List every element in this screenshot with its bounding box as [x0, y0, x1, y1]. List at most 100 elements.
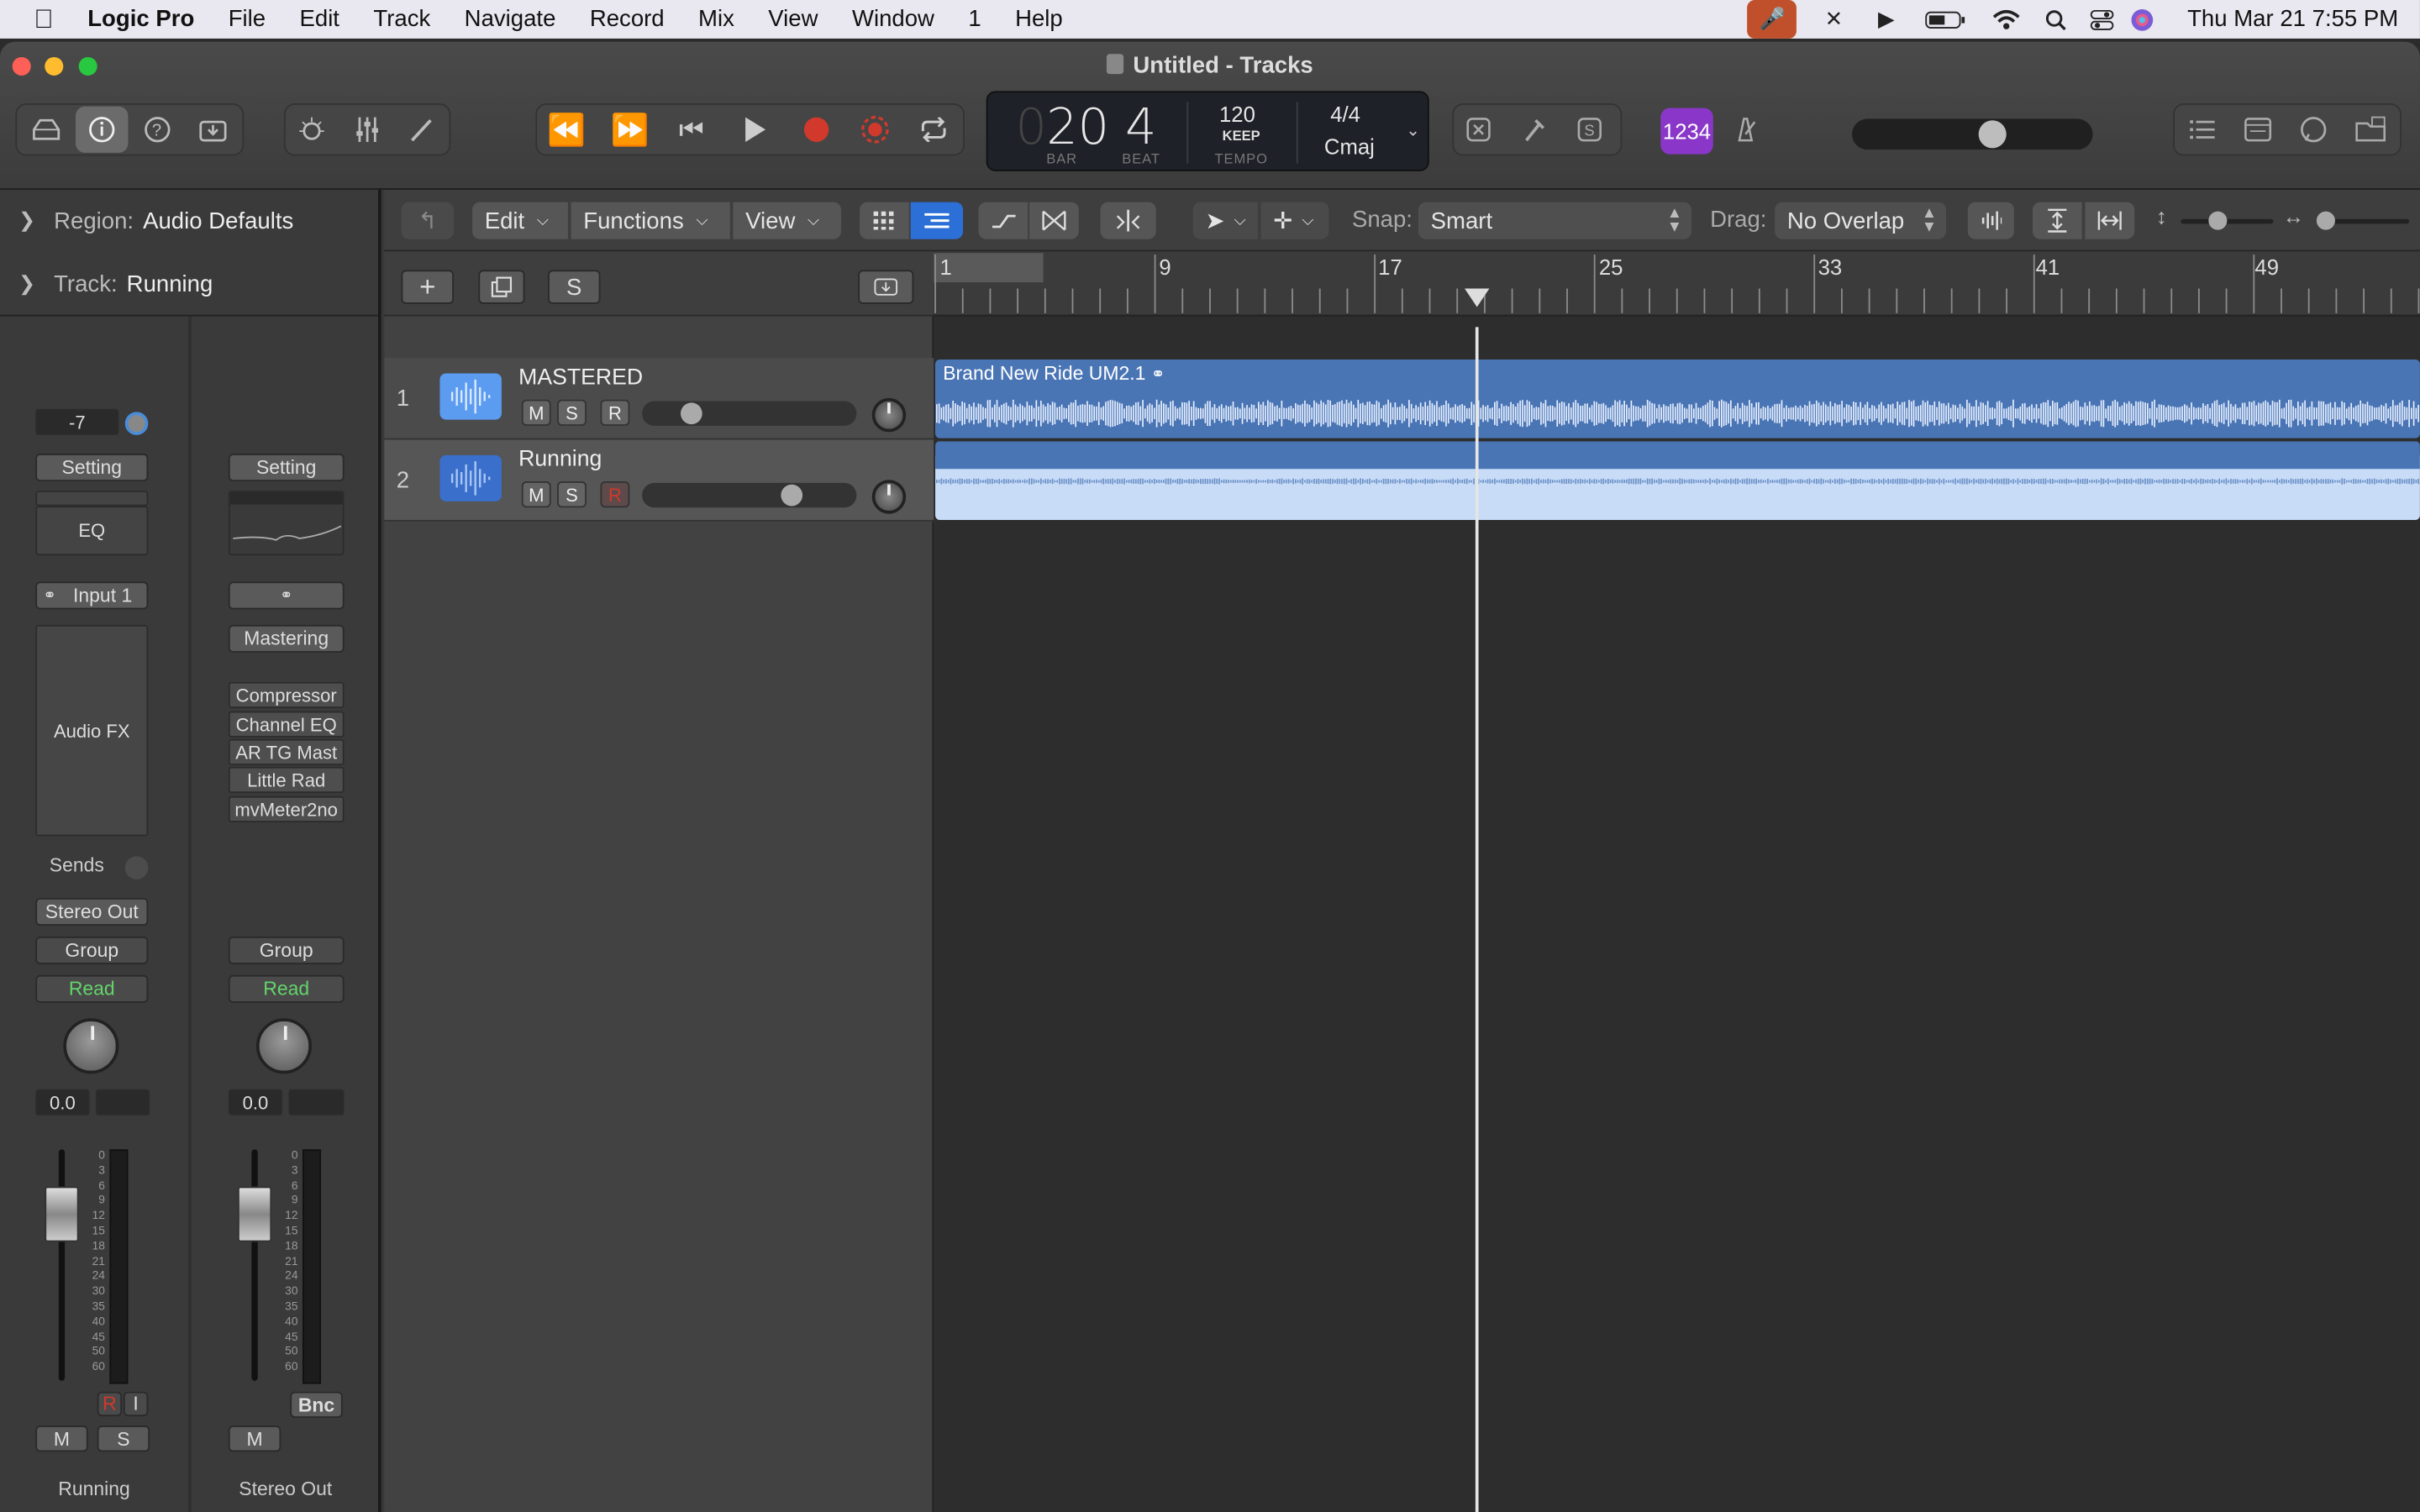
track-solo-button[interactable]: S — [557, 481, 587, 508]
volume-fader-track[interactable] — [58, 1149, 66, 1381]
plugin-slot-5[interactable]: mvMeter2no — [228, 795, 345, 822]
clock[interactable]: Thu Mar 21 7:55 PM — [2170, 6, 2420, 32]
sends-knob[interactable] — [124, 856, 149, 879]
list-editors-icon[interactable] — [2179, 107, 2225, 153]
pointer-tool-menu[interactable]: ➤ ⌵ — [1192, 202, 1258, 239]
pan-knob[interactable] — [255, 1018, 313, 1074]
track-solo-button[interactable]: S — [557, 399, 587, 426]
track-volume-slider[interactable] — [642, 401, 857, 426]
bounce-button[interactable]: Bnc — [290, 1391, 343, 1418]
note-pads-icon[interactable] — [2235, 107, 2281, 153]
region-inspector-header[interactable]: ❯ Region: Audio Defaults — [0, 190, 378, 251]
play-circle-icon[interactable]: ▶ — [1868, 0, 1905, 39]
lcd-display[interactable]: 0 20 4 BAR BEAT 120 KEEP TEMPO 4/4 Cmaj … — [986, 91, 1429, 171]
volume-fader-track[interactable] — [251, 1149, 258, 1381]
preset-button[interactable]: Mastering — [228, 624, 345, 653]
playhead-line[interactable] — [1475, 327, 1478, 1512]
loop-browser-icon[interactable] — [2291, 107, 2337, 153]
microphone-icon[interactable]: 🎤 — [1747, 0, 1797, 39]
tuner-icon[interactable] — [1512, 107, 1555, 153]
volume-value[interactable]: 0.0 — [35, 1089, 90, 1116]
group-button[interactable]: Group — [228, 936, 345, 964]
eq-display[interactable]: EQ — [35, 506, 149, 556]
cycle-icon[interactable] — [911, 107, 957, 153]
automation-icon[interactable] — [978, 202, 1028, 239]
mute-button[interactable]: M — [35, 1425, 88, 1452]
back-arrow-icon[interactable]: ↰ — [401, 202, 454, 239]
record-enable-button[interactable]: R — [97, 1391, 123, 1417]
stereo-link-button[interactable]: ⚭ — [228, 581, 345, 610]
mute-button[interactable]: M — [228, 1425, 281, 1452]
plugin-slot-3[interactable]: AR TG Mast — [228, 738, 345, 766]
master-volume-slider[interactable] — [1852, 118, 2093, 150]
audio-region-1[interactable]: Brand New Ride UM2.1 ⚭ — [935, 359, 2420, 438]
wifi-icon[interactable] — [1988, 0, 2025, 39]
vertical-zoom-slider[interactable] — [2181, 211, 2274, 230]
global-solo-button[interactable]: S — [548, 270, 601, 304]
search-icon[interactable] — [2038, 0, 2075, 39]
metronome-icon[interactable] — [1725, 107, 1765, 153]
menu-view[interactable]: View — [751, 6, 835, 32]
menu-navigate[interactable]: Navigate — [447, 6, 572, 32]
setting-button[interactable]: Setting — [35, 453, 149, 482]
track-mute-button[interactable]: M — [521, 399, 551, 426]
collapse-icon[interactable] — [858, 270, 914, 304]
menu-mix[interactable]: Mix — [681, 6, 751, 32]
add-track-button[interactable]: + — [401, 270, 454, 304]
eq-slot-top[interactable] — [35, 491, 149, 507]
record-icon[interactable] — [793, 107, 839, 153]
audio-fx-slot[interactable]: Audio FX — [35, 624, 149, 837]
go-to-beginning-icon[interactable]: ⏮ — [668, 107, 714, 153]
plugin-slot-4[interactable]: Little Rad — [228, 766, 345, 794]
volume-value[interactable]: 0.0 — [228, 1089, 283, 1116]
horizontal-zoom-slider[interactable] — [2316, 211, 2410, 230]
gain-display[interactable]: -7 — [35, 408, 119, 435]
inspector-icon[interactable] — [75, 106, 129, 153]
replace-record-icon[interactable] — [852, 107, 898, 153]
control-center-icon[interactable] — [2084, 0, 2121, 39]
plugin-slot-2[interactable]: Channel EQ — [228, 711, 345, 738]
track-volume-slider[interactable] — [642, 482, 857, 508]
menu-window[interactable]: Window — [835, 6, 951, 32]
track-pan-knob[interactable] — [871, 480, 907, 514]
menu-help[interactable]: Help — [998, 6, 1080, 32]
audio-region-2[interactable]: Running ⚭ — [935, 441, 2420, 520]
solo-button[interactable]: S — [97, 1425, 150, 1452]
catch-playhead-icon[interactable] — [1100, 202, 1156, 239]
track-name[interactable]: Running — [518, 448, 602, 472]
drag-dropdown[interactable]: No Overlap ▲ ▼ — [1775, 202, 1947, 239]
siri-icon[interactable] — [2124, 0, 2161, 39]
track-inspector-header[interactable]: ❯ Track: Running — [0, 253, 378, 314]
track-mute-button[interactable]: M — [521, 481, 551, 508]
track-record-button[interactable]: R — [600, 399, 630, 426]
download-icon[interactable] — [188, 107, 238, 153]
master-volume-knob[interactable] — [1978, 120, 2007, 149]
functions-menu[interactable]: Functions ⌵ — [571, 202, 730, 239]
track-header-1[interactable]: 1 MASTERED M S R — [384, 358, 934, 440]
browser-icon[interactable] — [2346, 107, 2396, 153]
grid-view-icon[interactable] — [860, 202, 909, 239]
smart-controls-icon[interactable] — [287, 107, 337, 153]
volume-fader-cap[interactable] — [45, 1186, 79, 1242]
lcd-dropdown-chevron-icon[interactable]: ⌄ — [1406, 120, 1420, 140]
duplicate-track-button[interactable] — [478, 270, 525, 304]
output-button[interactable]: Stereo Out — [35, 897, 149, 927]
automation-read-button[interactable]: Read — [35, 974, 149, 1003]
gain-knob[interactable] — [124, 412, 149, 435]
mixer-icon[interactable] — [343, 107, 392, 153]
play-icon[interactable] — [732, 107, 778, 153]
library-icon[interactable] — [22, 107, 71, 153]
track-volume-knob[interactable] — [680, 402, 702, 425]
track-pan-knob[interactable] — [871, 397, 907, 433]
group-button[interactable]: Group — [35, 936, 149, 964]
apple-icon[interactable]:  — [0, 4, 71, 35]
menu-app-name[interactable]: Logic Pro — [71, 6, 211, 32]
playhead-handle[interactable] — [1465, 288, 1490, 307]
battery-icon[interactable] — [1920, 0, 1972, 39]
automation-read-button[interactable]: Read — [228, 974, 345, 1003]
track-list-view-icon[interactable] — [910, 202, 964, 239]
editors-icon[interactable] — [397, 107, 446, 153]
menu-record[interactable]: Record — [573, 6, 681, 32]
input-button[interactable]: ⚭ Input 1 — [35, 581, 149, 610]
rewind-icon[interactable]: ⏪ — [544, 107, 590, 153]
